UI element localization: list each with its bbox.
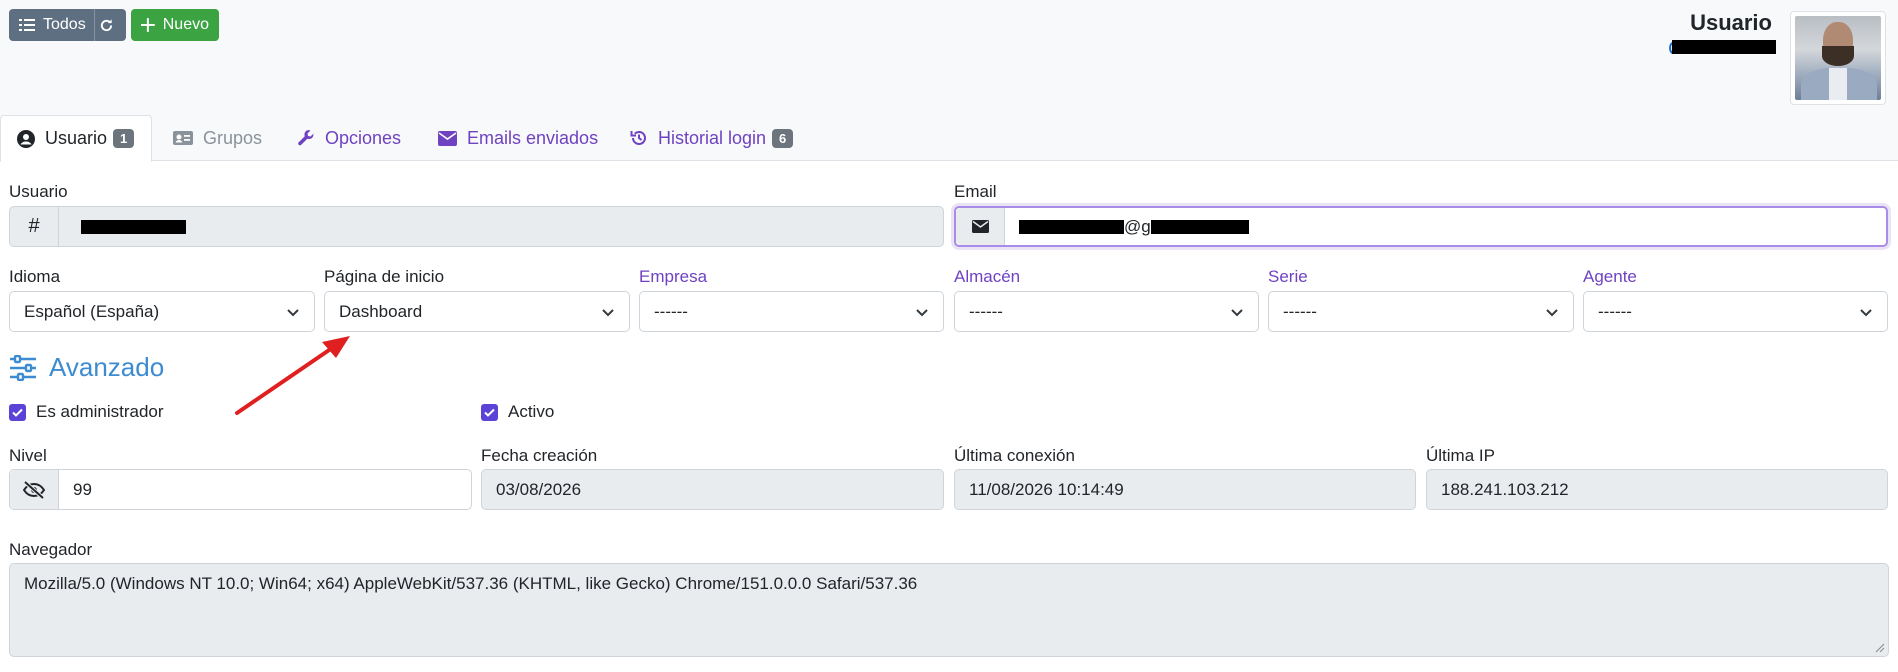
email-domain-fragment: @g: [1124, 216, 1151, 236]
tab-usuario-label: Usuario: [45, 128, 108, 148]
wrench-icon: [298, 130, 314, 146]
ultima-conexion-value: 11/08/2026 10:14:49: [969, 479, 1124, 499]
eye-slash-addon: [10, 470, 59, 509]
refresh-icon: [100, 18, 113, 31]
envelope-addon: [956, 208, 1005, 245]
ultima-ip-value: 188.241.103.212: [1441, 479, 1569, 499]
navegador-textarea[interactable]: Mozilla/5.0 (Windows NT 10.0; Win64; x64…: [9, 563, 1889, 657]
advanced-title-label: Avanzado: [49, 352, 165, 382]
history-icon: [630, 131, 646, 145]
almacen-link[interactable]: Almacén: [954, 267, 1020, 287]
id-card-icon: [173, 131, 193, 145]
navegador-label: Navegador: [9, 540, 93, 559]
pagina-inicio-value: Dashboard: [339, 301, 423, 321]
nivel-value: 99: [73, 479, 92, 499]
almacen-value: ------: [969, 301, 1003, 321]
page-title: Usuario: [1690, 10, 1772, 35]
agente-value: ------: [1598, 301, 1632, 321]
chevron-down-icon: [1546, 309, 1558, 317]
email-label: Email: [954, 182, 997, 201]
navegador-value: Mozilla/5.0 (Windows NT 10.0; Win64; x64…: [24, 574, 918, 593]
list-icon: [19, 19, 35, 31]
admin-label: Es administrador: [36, 402, 164, 421]
empresa-link[interactable]: Empresa: [639, 267, 707, 287]
ultima-ip-field: 188.241.103.212: [1426, 469, 1888, 510]
empresa-value: ------: [654, 301, 688, 321]
eye-slash-icon: [23, 480, 45, 499]
chevron-down-icon: [602, 309, 614, 317]
sliders-icon: [10, 354, 36, 381]
fecha-creacion-value: 03/08/2026: [496, 479, 582, 499]
advanced-section-title: Avanzado: [9, 352, 164, 383]
fecha-creacion-field: 03/08/2026: [481, 469, 944, 510]
tab-emails-enviados[interactable]: Emails enviados: [438, 115, 598, 161]
user-circle-icon: [17, 129, 35, 148]
redacted-email-domain: [1150, 219, 1249, 234]
chevron-down-icon: [287, 309, 299, 317]
redacted-username: [81, 219, 186, 234]
almacen-select[interactable]: ------: [954, 291, 1259, 332]
active-label: Activo: [508, 402, 555, 421]
active-checkbox[interactable]: Activo: [481, 402, 554, 422]
hash-icon: #: [10, 207, 59, 246]
all-button-label: Todos: [43, 16, 86, 33]
ultima-ip-label: Última IP: [1426, 446, 1495, 465]
envelope-icon: [971, 220, 989, 233]
usuario-field[interactable]: #: [9, 206, 944, 247]
tab-emails-label: Emails enviados: [467, 127, 599, 148]
check-icon: [9, 403, 26, 421]
tab-bar: Usuario 1 Grupos Opciones Emails enviado…: [0, 115, 1898, 162]
avatar-photo: [1795, 16, 1881, 100]
idioma-select[interactable]: Español (España): [9, 291, 315, 332]
pagina-inicio-label: Página de inicio: [324, 267, 445, 286]
admin-checkbox[interactable]: Es administrador: [9, 402, 164, 422]
plus-icon: [141, 18, 155, 32]
chevron-down-icon: [1860, 309, 1872, 317]
agente-select[interactable]: ------: [1583, 291, 1888, 332]
usuario-label: Usuario: [9, 182, 68, 201]
tab-historial-login[interactable]: Historial login 6: [630, 115, 794, 161]
nivel-field[interactable]: 99: [9, 469, 472, 510]
fecha-creacion-label: Fecha creación: [481, 446, 598, 465]
all-button[interactable]: Todos: [9, 9, 126, 41]
tab-usuario-badge: 1: [113, 129, 135, 148]
nivel-label: Nivel: [9, 446, 47, 465]
agente-link[interactable]: Agente: [1583, 267, 1637, 287]
chevron-down-icon: [1231, 309, 1243, 317]
new-button-label: Nuevo: [162, 16, 209, 33]
empresa-select[interactable]: ------: [639, 291, 944, 332]
pagina-inicio-select[interactable]: Dashboard: [324, 291, 630, 332]
check-icon: [481, 403, 498, 421]
idioma-label: Idioma: [9, 267, 61, 286]
tab-opciones-label: Opciones: [325, 127, 402, 148]
redacted-email: [1672, 40, 1776, 54]
ultima-conexion-field: 11/08/2026 10:14:49: [954, 469, 1416, 510]
envelope-icon: [438, 130, 457, 146]
new-button[interactable]: Nuevo: [131, 9, 219, 41]
tab-grupos[interactable]: Grupos: [173, 115, 262, 161]
resize-grip-icon[interactable]: [1875, 643, 1885, 653]
redacted-email-user: [1019, 219, 1124, 234]
tab-grupos-label: Grupos: [203, 127, 263, 148]
idioma-value: Español (España): [24, 301, 160, 321]
avatar: [1790, 11, 1886, 105]
tab-historial-label: Historial login: [658, 127, 767, 148]
email-field[interactable]: @g: [954, 206, 1888, 247]
chevron-down-icon: [916, 309, 928, 317]
tab-opciones[interactable]: Opciones: [297, 115, 401, 161]
refresh-button[interactable]: [94, 9, 126, 41]
tab-historial-badge: 6: [772, 128, 794, 148]
serie-link[interactable]: Serie: [1268, 267, 1308, 287]
ultima-conexion-label: Última conexión: [954, 446, 1075, 465]
tab-usuario[interactable]: Usuario 1: [0, 115, 152, 162]
serie-value: ------: [1283, 301, 1317, 321]
serie-select[interactable]: ------: [1268, 291, 1574, 332]
